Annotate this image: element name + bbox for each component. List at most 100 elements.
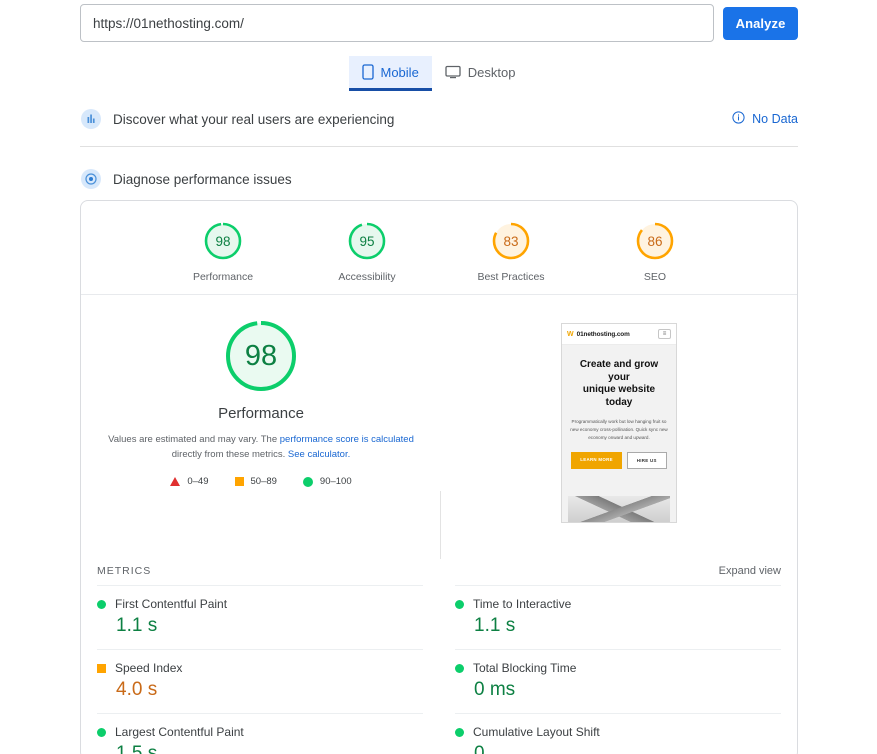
thumbnail-heading-line-1: Create and grow — [579, 359, 659, 370]
status-dot-good-icon — [455, 727, 464, 737]
gauge-ring-seo: 86 — [633, 219, 677, 263]
site-logo-icon: W — [567, 330, 574, 338]
status-dot-good-icon — [455, 663, 464, 673]
gauge-value-best-practices: 83 — [503, 233, 519, 249]
discover-section-title: Discover what your real users are experi… — [113, 111, 395, 127]
performance-score-value: 98 — [244, 339, 278, 372]
thumbnail-heading-line-4: today — [605, 396, 633, 408]
url-input[interactable] — [80, 4, 714, 42]
diagnose-section-title: Diagnose performance issues — [113, 171, 292, 187]
hero-vertical-divider — [440, 491, 441, 559]
see-calculator-link[interactable]: See calculator. — [288, 449, 350, 460]
diagnose-section-header: Diagnose performance issues — [80, 164, 798, 194]
disclaimer-text-2: directly from these metrics. — [171, 448, 288, 460]
screenshot-preview-area: W 01nethosting.com ≡ Create and grow you… — [441, 295, 797, 553]
gauge-label-accessibility: Accessibility — [338, 271, 396, 283]
legend-item-poor: 0–49 — [170, 476, 209, 488]
metric-name: First Contentful Paint — [115, 597, 228, 611]
status-square-average-icon — [97, 663, 106, 673]
thumbnail-site-header: W 01nethosting.com ≡ — [562, 324, 676, 345]
metrics-title: METRICS — [97, 565, 152, 577]
status-dot-good-icon — [455, 599, 464, 609]
thumbnail-hire-us-button: HIRE US — [626, 452, 667, 470]
status-dot-good-icon — [97, 599, 106, 609]
tab-desktop-label: Desktop — [467, 64, 516, 80]
performance-score-label: Performance — [218, 405, 304, 422]
gauge-label-best-practices: Best Practices — [477, 271, 545, 283]
gauge-ring-performance: 98 — [201, 219, 245, 263]
legend-label-poor: 0–49 — [187, 476, 209, 488]
results-card: 98 Performance 95 Accessibility 83 Best … — [80, 200, 798, 754]
metric-value: 0 ms — [474, 679, 516, 700]
disclaimer-text-1: Values are estimated and may vary. The — [108, 434, 280, 445]
metrics-header: METRICS Expand view — [81, 553, 797, 585]
score-disclaimer: Values are estimated and may vary. The p… — [105, 433, 417, 462]
metrics-grid: First Contentful Paint 1.1 s Time to Int… — [81, 585, 797, 754]
metric-cumulative-layout-shift[interactable]: Cumulative Layout Shift 0 — [455, 713, 781, 754]
discover-section-header: Discover what your real users are experi… — [80, 104, 798, 134]
metric-name: Time to Interactive — [473, 597, 572, 611]
gauge-value-performance: 98 — [215, 233, 231, 249]
gauge-seo[interactable]: 86 SEO — [609, 219, 701, 283]
metric-name: Total Blocking Time — [473, 661, 577, 675]
metric-value: 1.5 s — [116, 743, 158, 754]
lab-data-icon — [80, 168, 102, 190]
metric-name: Cumulative Layout Shift — [473, 725, 600, 739]
no-data-label: No Data — [752, 112, 798, 126]
url-search-row: Analyze — [80, 4, 798, 42]
device-tabs: Mobile Desktop — [0, 56, 877, 91]
thumbnail-body: Create and grow your unique website toda… — [562, 345, 676, 522]
thumbnail-heading-line-2: your — [608, 371, 630, 383]
performance-score-link[interactable]: performance score is calculated — [280, 434, 414, 445]
performance-gauge-large: 98 — [222, 317, 300, 395]
metric-value: 0 — [474, 743, 485, 754]
no-data-status[interactable]: No Data — [732, 111, 798, 127]
thumbnail-learn-more-button: LEARN MORE — [571, 452, 622, 470]
metric-total-blocking-time[interactable]: Total Blocking Time 0 ms — [455, 649, 781, 713]
thumbnail-cta-group: LEARN MORE HIRE US — [571, 452, 667, 470]
legend-label-average: 50–89 — [250, 476, 277, 488]
circle-icon — [302, 476, 313, 487]
field-data-icon — [80, 108, 102, 130]
gauge-value-seo: 86 — [647, 233, 663, 249]
site-domain-label: 01nethosting.com — [576, 330, 630, 338]
page-screenshot-thumbnail: W 01nethosting.com ≡ Create and grow you… — [561, 323, 677, 523]
pagespeed-insights-page: Analyze Mobile Desktop — [0, 0, 877, 754]
gauge-performance[interactable]: 98 Performance — [177, 219, 269, 283]
metric-value: 1.1 s — [474, 615, 516, 636]
tab-mobile[interactable]: Mobile — [348, 56, 433, 91]
metric-first-contentful-paint[interactable]: First Contentful Paint 1.1 s — [97, 585, 423, 649]
status-dot-good-icon — [97, 727, 106, 737]
info-icon — [732, 111, 745, 127]
gauge-accessibility[interactable]: 95 Accessibility — [321, 219, 413, 283]
hero-section: 98 Performance Values are estimated and … — [81, 295, 797, 559]
metric-name: Largest Contentful Paint — [115, 725, 244, 739]
thumbnail-heading-line-3: unique website — [582, 384, 656, 395]
metric-largest-contentful-paint[interactable]: Largest Contentful Paint 1.5 s — [97, 713, 423, 754]
legend-item-average: 50–89 — [234, 476, 277, 488]
gauge-label-performance: Performance — [192, 271, 254, 283]
thumbnail-paragraph: Programmatically work but low hanging fr… — [570, 419, 668, 441]
square-icon — [234, 477, 244, 487]
gauge-best-practices[interactable]: 83 Best Practices — [465, 219, 557, 283]
mobile-icon — [361, 64, 374, 80]
gauge-ring-accessibility: 95 — [345, 219, 389, 263]
hero-score-block: 98 Performance Values are estimated and … — [81, 295, 441, 553]
tab-desktop[interactable]: Desktop — [432, 56, 529, 88]
gauge-ring-best-practices: 83 — [489, 219, 533, 263]
metric-time-to-interactive[interactable]: Time to Interactive 1.1 s — [455, 585, 781, 649]
hamburger-menu-icon: ≡ — [658, 329, 671, 339]
gauge-label-seo: SEO — [643, 271, 667, 283]
legend-label-good: 90–100 — [319, 476, 352, 488]
tab-mobile-label: Mobile — [380, 64, 419, 80]
triangle-icon — [170, 477, 181, 487]
category-score-gauges: 98 Performance 95 Accessibility 83 Best … — [81, 201, 797, 294]
thumbnail-mountain-image — [568, 496, 670, 522]
analyze-button[interactable]: Analyze — [723, 6, 798, 40]
desktop-icon — [445, 65, 461, 79]
gauge-value-accessibility: 95 — [359, 233, 375, 249]
metric-name: Speed Index — [115, 661, 183, 675]
expand-view-button[interactable]: Expand view — [719, 565, 781, 577]
metric-speed-index[interactable]: Speed Index 4.0 s — [97, 649, 423, 713]
metric-value: 4.0 s — [116, 679, 158, 700]
